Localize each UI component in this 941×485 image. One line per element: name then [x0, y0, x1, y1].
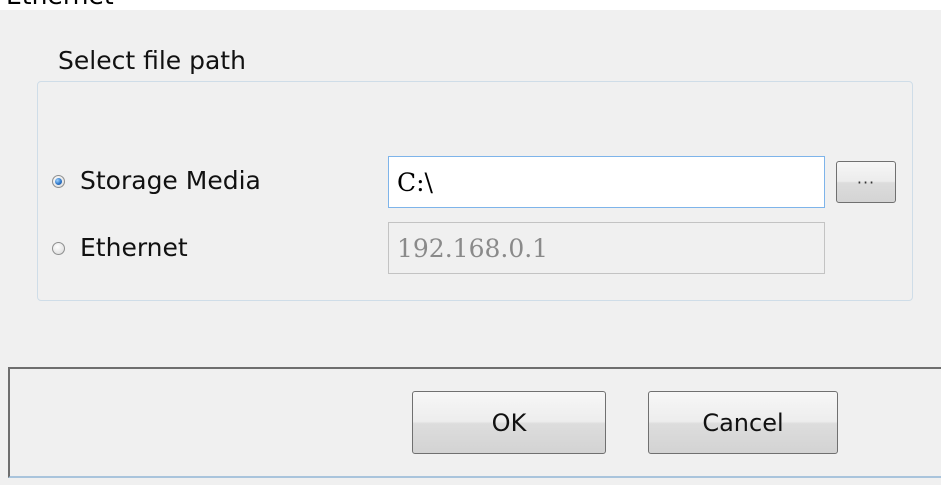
window-title: Ethernet: [6, 0, 114, 9]
ok-button[interactable]: OK: [412, 391, 606, 454]
storage-path-field[interactable]: C:\: [388, 156, 825, 208]
groupbox-legend: Select file path: [48, 44, 256, 78]
cancel-button[interactable]: Cancel: [648, 391, 838, 454]
browse-button[interactable]: ···: [836, 161, 896, 203]
storage-path-value: C:\: [397, 167, 433, 197]
ethernet-label[interactable]: Ethernet: [80, 233, 188, 263]
ellipsis-icon: ···: [856, 172, 876, 192]
storage-media-option[interactable]: Storage Media: [52, 166, 261, 196]
storage-media-radio[interactable]: [52, 174, 65, 188]
dialog-footer: OK Cancel: [8, 367, 941, 478]
cancel-button-label: Cancel: [702, 408, 784, 437]
window-title-bar: Ethernet: [0, 0, 941, 10]
ethernet-address-value: 192.168.0.1: [397, 233, 549, 263]
storage-media-label[interactable]: Storage Media: [80, 166, 261, 196]
ethernet-option[interactable]: Ethernet: [52, 233, 188, 263]
ok-button-label: OK: [491, 408, 527, 437]
ethernet-address-field: 192.168.0.1: [388, 222, 825, 274]
ethernet-radio[interactable]: [52, 241, 65, 255]
